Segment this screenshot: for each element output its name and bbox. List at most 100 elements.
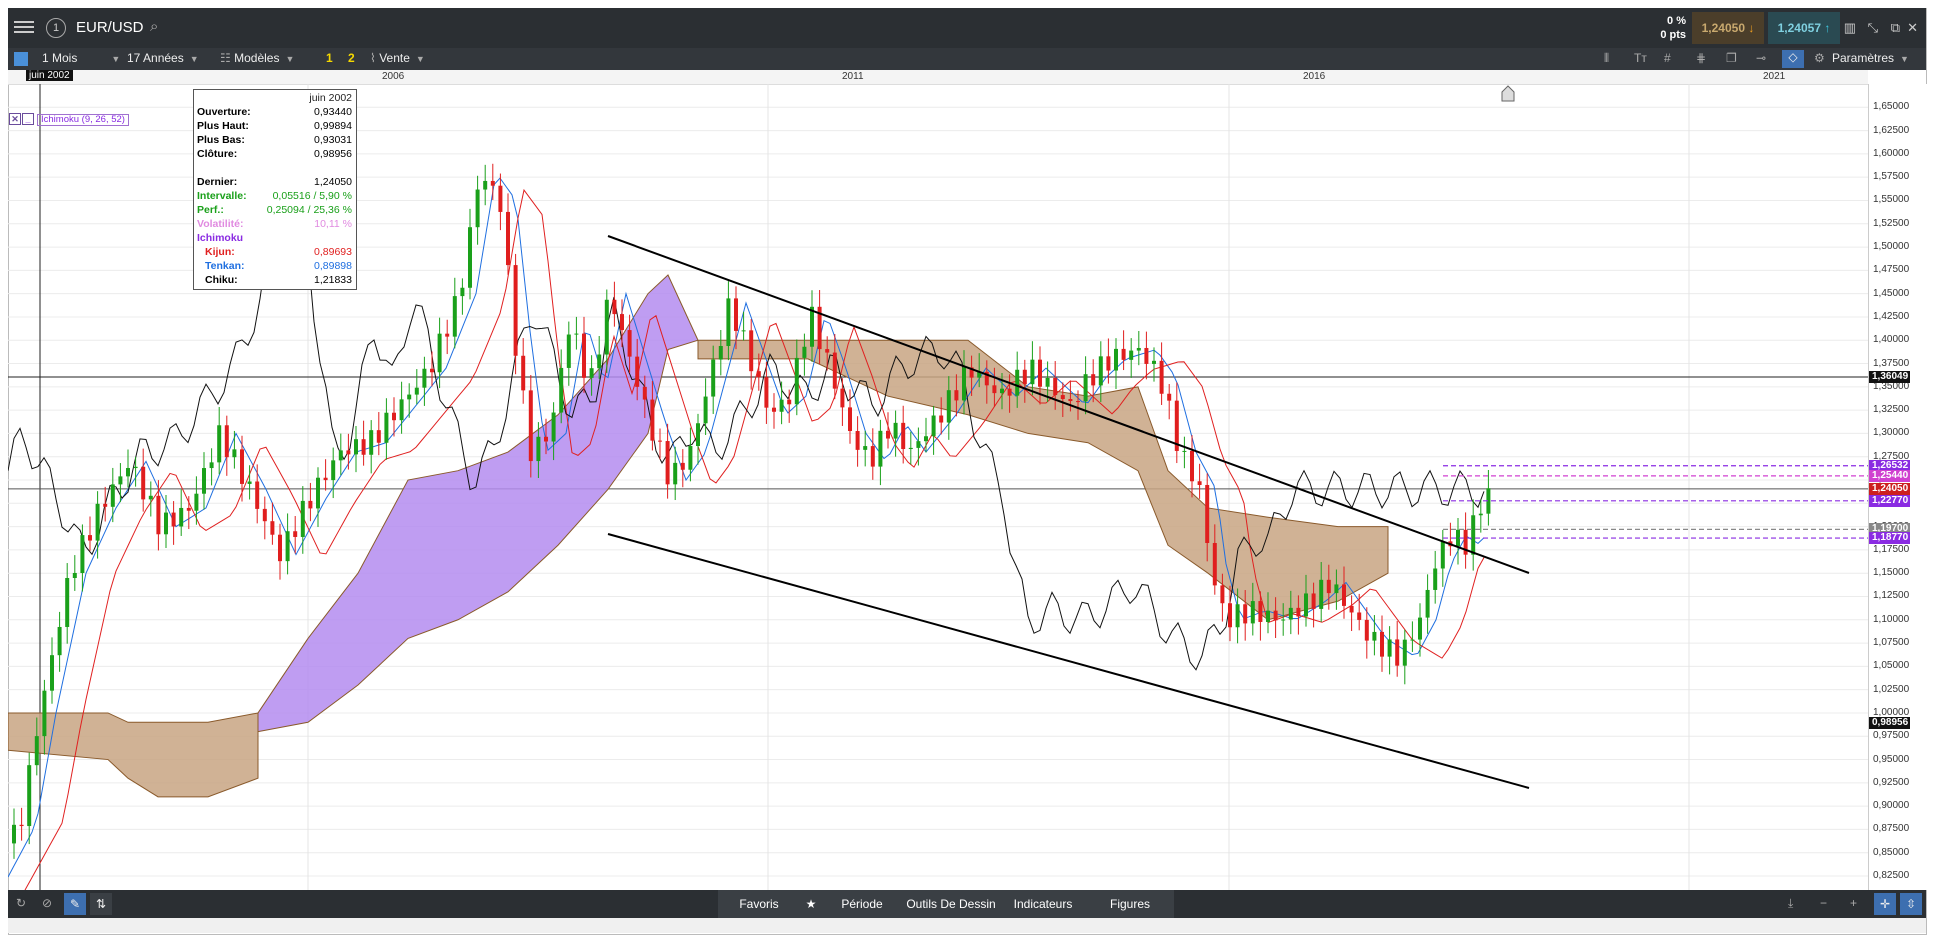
candle-body (787, 399, 792, 405)
label-toggle-icon[interactable]: ◇ (1782, 50, 1804, 68)
candle-body (528, 390, 533, 462)
popout-icon[interactable]: ⧉ (1891, 20, 1900, 36)
symbol-label[interactable]: EUR/USD (76, 19, 144, 36)
minimize-indicator-icon[interactable]: _ (22, 113, 34, 125)
hamburger-icon[interactable] (14, 18, 34, 38)
candle-body (156, 495, 161, 535)
candle-body (414, 387, 419, 395)
zoom-out-icon[interactable]: − (1820, 896, 1827, 910)
pencil-icon[interactable]: ✎ (64, 893, 86, 915)
trendline-lower (607, 533, 1530, 789)
candle-body (886, 430, 890, 439)
range-dropdown[interactable]: 17 Années ▼ (127, 51, 199, 65)
tab-periode[interactable]: Période (822, 890, 903, 918)
candle-body (1053, 377, 1058, 396)
reset-zoom-icon[interactable]: ⤓ (1788, 896, 1793, 911)
info-row: Perf.: 0,25094 / 25,36 % (197, 204, 352, 217)
candle-body (1129, 350, 1134, 360)
bars-toggle-icon[interactable]: ⫴ (1604, 51, 1609, 66)
candle-body (566, 334, 571, 368)
buy-price-button[interactable]: 1,24057 ↑ (1768, 12, 1840, 44)
grid-icon[interactable]: # (1664, 51, 1671, 65)
close-icon[interactable]: ✕ (1907, 20, 1918, 36)
info-value: 1,24050 (314, 176, 352, 188)
templates-icon: ☷ (220, 51, 235, 65)
candle-body (293, 531, 298, 537)
candle-body (19, 824, 24, 827)
crosshair-icon[interactable]: ⋕ (1696, 51, 1706, 65)
candle-body (506, 211, 510, 266)
indicator-legend[interactable]: ✕ _ Ichimoku (9, 26, 52) (9, 113, 129, 126)
list-icon[interactable] (14, 52, 28, 66)
interval-dropdown[interactable]: 1 Mois ▼ (42, 51, 120, 65)
star-icon[interactable]: ★ (800, 890, 823, 918)
candle-body (171, 512, 176, 527)
candle-body (194, 493, 199, 511)
crosshair-mode-icon[interactable]: ✛ (1874, 893, 1896, 915)
tab-favoris[interactable]: Favoris (718, 890, 801, 918)
price-axis[interactable]: 1,65000 1,62500 1,60000 1,57500 1,55000 1,525… (1868, 84, 1927, 890)
candle-body (179, 507, 184, 527)
candle-body (232, 449, 237, 458)
time-label: 2011 (842, 71, 864, 82)
refresh-icon[interactable]: ↻ (16, 896, 26, 910)
candle-body (642, 386, 647, 400)
order-dropdown[interactable]: ⌇ Vente ▼ (370, 51, 425, 65)
candle-body (42, 690, 47, 737)
preset-2-button[interactable]: 2 (348, 51, 355, 65)
search-icon[interactable]: ⌕ (150, 18, 158, 35)
time-label: 2006 (382, 71, 405, 82)
candle-body (825, 349, 830, 353)
candle-body (202, 468, 206, 494)
swap-icon[interactable]: ⇅ (90, 893, 112, 915)
candle-body (673, 462, 678, 485)
candle-body (95, 503, 100, 541)
sell-price-button[interactable]: 1,24050 ↓ (1692, 12, 1764, 44)
tab-label: Favoris (739, 897, 779, 911)
info-row: Intervalle: 0,05516 / 5,90 % (197, 190, 352, 203)
layers-icon[interactable]: ❐ (1726, 51, 1737, 65)
time-label: 2016 (1303, 71, 1326, 82)
candle-body (1083, 374, 1088, 402)
ichimoku-cloud (8, 274, 1389, 798)
collapse-icon[interactable]: ⤡ (1868, 20, 1878, 36)
text-size-icon[interactable]: Tт (1634, 51, 1647, 65)
candle-body (802, 346, 807, 358)
info-key: Plus Bas: (197, 134, 245, 146)
settings-dropdown[interactable]: Paramètres ▼ (1832, 51, 1909, 65)
time-cursor-label: juin 2002 (26, 70, 73, 81)
candle-body (1372, 631, 1377, 641)
gear-icon[interactable]: ⚙ (1814, 51, 1825, 65)
fit-icon[interactable]: ⇳ (1900, 893, 1922, 915)
candle-body (650, 399, 655, 441)
candle-body (908, 447, 913, 450)
candle-body (278, 534, 282, 562)
info-value: 0,89693 (314, 246, 352, 258)
candle-body (1266, 610, 1270, 622)
candle-body (1243, 604, 1248, 624)
candle-body (627, 330, 632, 357)
candle-body (118, 476, 123, 485)
cancel-icon[interactable]: ⊘ (42, 896, 52, 910)
price-flag: 1,36049 (1869, 371, 1910, 384)
price-flag: 1,18770 (1869, 532, 1910, 545)
tab-figures[interactable]: Figures (1086, 890, 1175, 918)
candle-body (1114, 348, 1118, 371)
indicator-name[interactable]: Ichimoku (9, 26, 52) (37, 114, 129, 126)
remove-indicator-icon[interactable]: ✕ (9, 113, 21, 125)
candle-body (901, 422, 906, 450)
preset-1-button[interactable]: 1 (326, 51, 333, 65)
info-circle-icon[interactable]: 1 (46, 18, 66, 38)
tab-outils-de-dessin[interactable]: Outils De Dessin (902, 890, 1001, 918)
candle-body (285, 531, 290, 562)
magnet-icon[interactable]: ⊸ (1756, 51, 1766, 65)
tab-label: Figures (1109, 897, 1150, 911)
tab-indicateurs[interactable]: Indicateurs (1000, 890, 1087, 918)
price-flag: 1,24050 (1869, 482, 1910, 495)
zoom-in-icon[interactable]: + (1850, 896, 1857, 910)
candle-body (483, 180, 488, 190)
bars-icon[interactable]: ▥ (1844, 20, 1856, 36)
candle-body (247, 481, 252, 484)
candle-body (399, 399, 404, 421)
templates-dropdown[interactable]: ☷ Modèles ▼ (220, 51, 294, 65)
